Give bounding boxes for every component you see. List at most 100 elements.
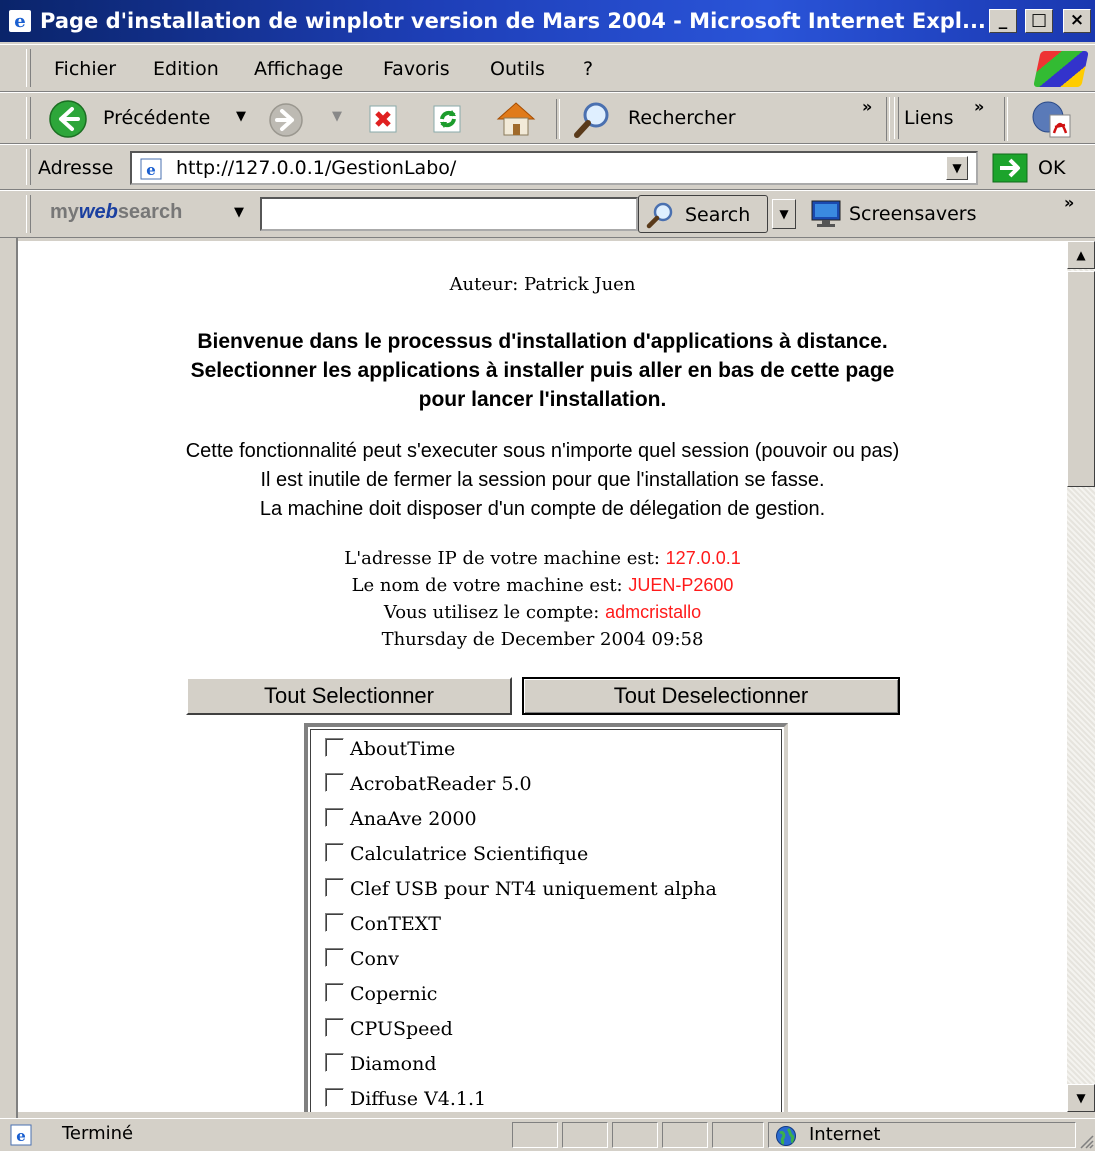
links-chevron-icon[interactable]: » bbox=[974, 97, 984, 116]
list-item[interactable]: ConTEXT bbox=[325, 909, 441, 939]
vertical-scrollbar[interactable]: ▲ ▼ bbox=[1067, 241, 1095, 1112]
title-bar[interactable]: e Page d'installation de winplotr versio… bbox=[0, 0, 1095, 42]
menu-help[interactable]: ? bbox=[583, 45, 593, 93]
search-button[interactable]: Search bbox=[638, 195, 768, 233]
list-item[interactable]: AnaAve 2000 bbox=[325, 804, 477, 834]
go-label[interactable]: OK bbox=[1038, 157, 1065, 179]
ie-icon: e bbox=[9, 10, 31, 32]
close-button[interactable]: × bbox=[1063, 9, 1091, 33]
app-label: ConTEXT bbox=[350, 913, 441, 935]
scroll-down-icon[interactable]: ▼ bbox=[1067, 1084, 1095, 1112]
websearch-grip[interactable] bbox=[26, 195, 31, 233]
list-item[interactable]: Conv bbox=[325, 944, 399, 974]
app-label: AcrobatReader 5.0 bbox=[350, 773, 532, 795]
menu-fichier[interactable]: Fichier bbox=[54, 45, 116, 93]
status-panel bbox=[512, 1122, 558, 1148]
back-arrow-icon[interactable] bbox=[48, 99, 88, 139]
menu-affichage[interactable]: Affichage bbox=[254, 45, 343, 93]
list-item[interactable]: Calculatrice Scientifique bbox=[325, 839, 588, 869]
menu-edition[interactable]: Edition bbox=[153, 45, 219, 93]
search-icon[interactable] bbox=[572, 101, 612, 139]
svg-text:e: e bbox=[16, 1127, 26, 1145]
checkbox[interactable] bbox=[325, 773, 344, 792]
resize-grip-icon[interactable] bbox=[1078, 1133, 1094, 1149]
welcome-line-2: Selectionner les applications à installe… bbox=[190, 359, 895, 382]
search-label[interactable]: Rechercher bbox=[628, 107, 736, 129]
checkbox[interactable] bbox=[325, 843, 344, 862]
checkbox[interactable] bbox=[325, 1053, 344, 1072]
back-dropdown-icon[interactable]: ▼ bbox=[236, 109, 246, 124]
app-label: CPUSpeed bbox=[350, 1018, 453, 1040]
list-item[interactable]: Diffuse V4.1.1 bbox=[325, 1084, 486, 1112]
info-line-3: La machine doit disposer d'un compte de … bbox=[259, 498, 826, 520]
websearch-toolbar: mywebsearch ▼ Search ▼ Screensavers » bbox=[0, 190, 1095, 238]
checkbox[interactable] bbox=[325, 1088, 344, 1107]
minimize-button[interactable]: _ bbox=[989, 9, 1017, 33]
address-grip[interactable] bbox=[26, 149, 31, 185]
forward-dropdown-icon[interactable]: ▼ bbox=[332, 109, 342, 124]
list-item[interactable]: AcrobatReader 5.0 bbox=[325, 769, 532, 799]
list-item[interactable]: AboutTime bbox=[325, 734, 455, 764]
stop-icon[interactable] bbox=[368, 103, 400, 135]
websearch-input[interactable] bbox=[260, 197, 638, 231]
links-grip[interactable] bbox=[894, 97, 899, 139]
forward-arrow-icon[interactable] bbox=[268, 102, 304, 138]
search-button-label: Search bbox=[685, 204, 751, 226]
checkbox[interactable] bbox=[325, 808, 344, 827]
list-item[interactable]: Diamond bbox=[325, 1049, 437, 1079]
menu-outils[interactable]: Outils bbox=[490, 45, 545, 93]
checkbox[interactable] bbox=[325, 983, 344, 1002]
list-item[interactable]: CPUSpeed bbox=[325, 1014, 453, 1044]
screensavers-label[interactable]: Screensavers bbox=[849, 203, 977, 225]
scroll-thumb[interactable] bbox=[1067, 271, 1095, 487]
author-text: Auteur: Patrick Juen bbox=[449, 274, 636, 295]
checkbox[interactable] bbox=[325, 1018, 344, 1037]
app-label: AboutTime bbox=[350, 738, 456, 760]
monitor-icon[interactable] bbox=[810, 199, 842, 229]
acrobat-icon[interactable] bbox=[1030, 99, 1074, 139]
deselect-all-button[interactable]: Tout Deselectionner bbox=[522, 677, 900, 715]
websearch-chevron-icon[interactable]: » bbox=[1064, 193, 1074, 212]
websearch-dropdown-icon[interactable]: ▼ bbox=[234, 205, 244, 220]
address-input[interactable]: e http://127.0.0.1/GestionLabo/ ▼ bbox=[130, 151, 978, 185]
list-item[interactable]: Clef USB pour NT4 uniquement alpha bbox=[325, 874, 717, 904]
page-content: Auteur: Patrick Juen Bienvenue dans le p… bbox=[18, 241, 1067, 1112]
svg-text:e: e bbox=[146, 161, 156, 179]
logo-search: search bbox=[117, 201, 183, 223]
checkbox[interactable] bbox=[325, 948, 344, 967]
ip-line: L'adresse IP de votre machine est: 127.0… bbox=[18, 545, 1067, 572]
address-label: Adresse bbox=[38, 157, 114, 179]
scroll-up-icon[interactable]: ▲ bbox=[1067, 241, 1095, 269]
menu-grip[interactable] bbox=[26, 49, 31, 87]
checkbox[interactable] bbox=[325, 913, 344, 932]
applications-list[interactable]: AboutTime AcrobatReader 5.0 AnaAve 2000 … bbox=[304, 723, 788, 1112]
info-text: Cette fonctionnalité peut s'executer sou… bbox=[18, 437, 1067, 524]
mywebsearch-logo[interactable]: mywebsearch bbox=[50, 201, 182, 224]
machine-info: L'adresse IP de votre machine est: 127.0… bbox=[18, 545, 1067, 653]
menu-favoris[interactable]: Favoris bbox=[383, 45, 450, 93]
toolbar-grip[interactable] bbox=[26, 97, 31, 139]
toolbar-chevron-icon[interactable]: » bbox=[862, 97, 872, 116]
account-value: admcristallo bbox=[605, 602, 702, 622]
list-item[interactable]: Copernic bbox=[325, 979, 437, 1009]
back-label[interactable]: Précédente bbox=[103, 107, 210, 129]
svg-text:e: e bbox=[14, 11, 25, 32]
checkbox[interactable] bbox=[325, 738, 344, 757]
search-options-dropdown-icon[interactable]: ▼ bbox=[772, 199, 796, 229]
home-icon[interactable] bbox=[494, 99, 538, 139]
page-icon: e bbox=[140, 158, 162, 180]
info-line-1: Cette fonctionnalité peut s'executer sou… bbox=[185, 440, 900, 462]
ip-value: 127.0.0.1 bbox=[665, 548, 741, 568]
maximize-button[interactable]: □ bbox=[1025, 9, 1053, 33]
select-all-button[interactable]: Tout Selectionner bbox=[186, 677, 512, 715]
address-dropdown-icon[interactable]: ▼ bbox=[946, 156, 968, 180]
links-label[interactable]: Liens bbox=[904, 107, 954, 129]
checkbox[interactable] bbox=[325, 878, 344, 897]
status-zone-panel: Internet bbox=[768, 1122, 1076, 1148]
refresh-icon[interactable] bbox=[432, 103, 464, 135]
machine-name-value: JUEN-P2600 bbox=[628, 575, 734, 595]
toolbar-separator bbox=[556, 99, 560, 139]
ip-label: L'adresse IP de votre machine est: bbox=[344, 548, 666, 569]
app-label: Conv bbox=[350, 948, 399, 970]
go-arrow-icon[interactable] bbox=[992, 153, 1028, 183]
